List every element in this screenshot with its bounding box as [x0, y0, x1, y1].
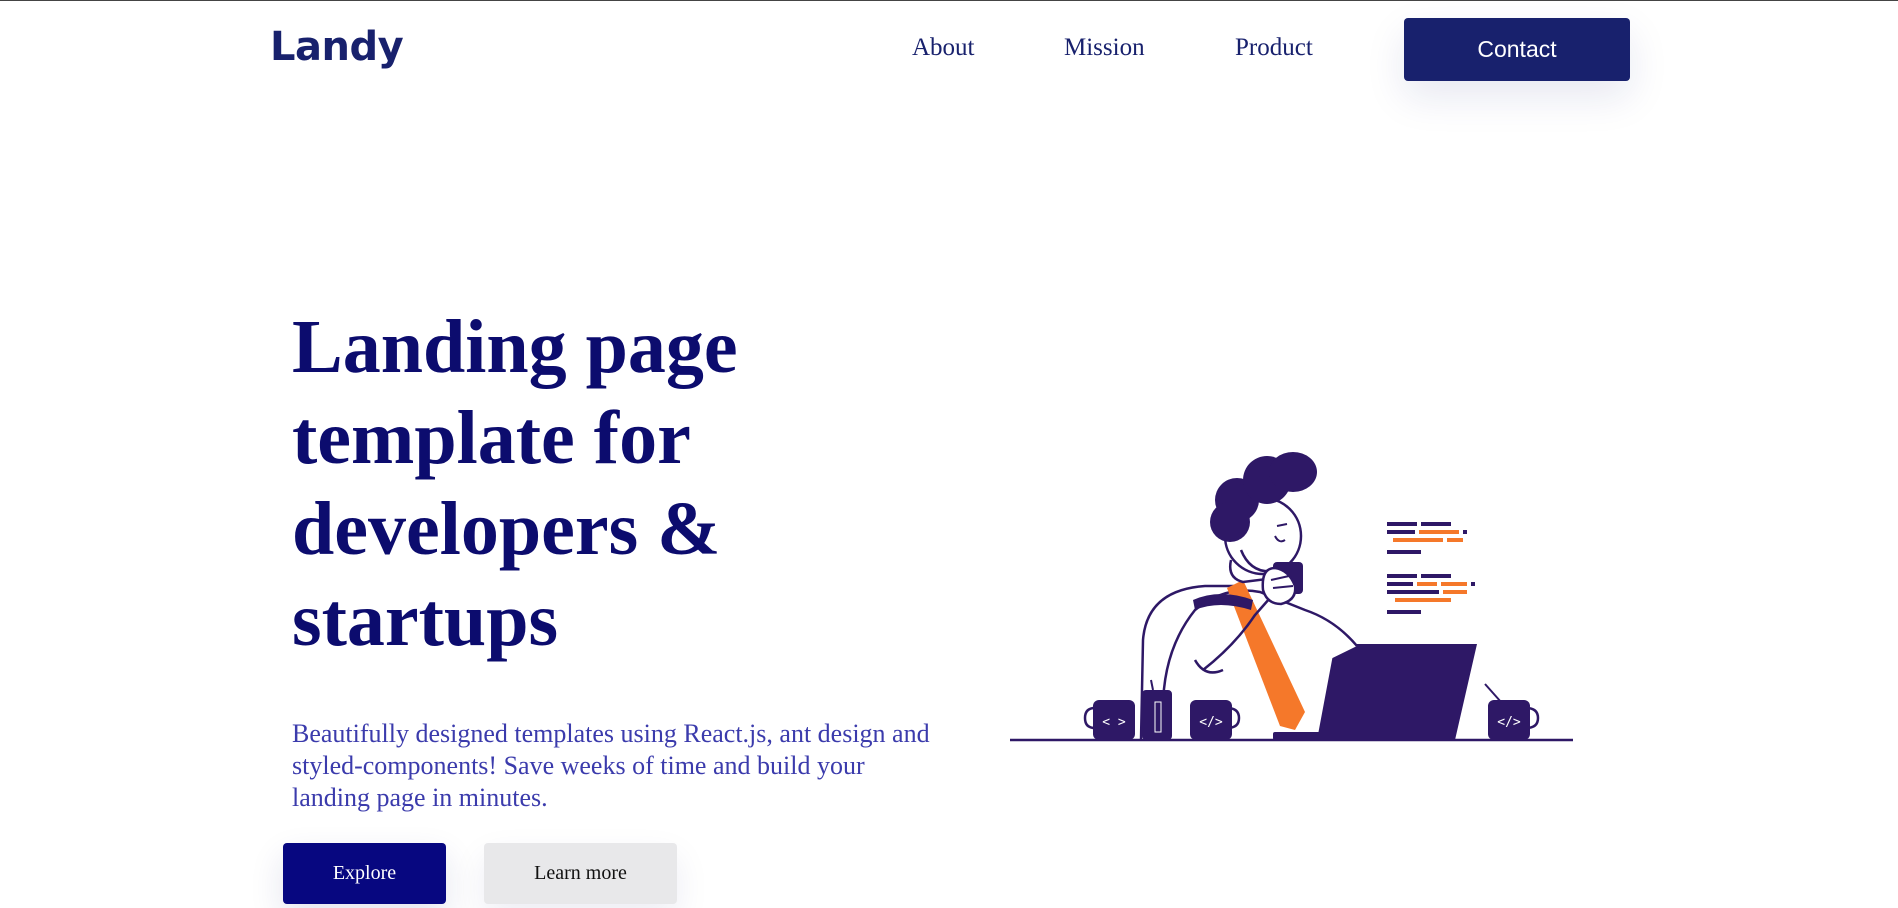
logo[interactable]: Landy	[270, 24, 404, 70]
contact-button[interactable]: Contact	[1404, 18, 1630, 81]
hero-title: Landing page template for developers & s…	[292, 302, 852, 666]
hero-description: Beautifully designed templates using Rea…	[292, 719, 930, 812]
developer-illustration: < > </> </>	[1010, 452, 1573, 742]
coffee-mug-icon: </>	[1190, 700, 1241, 740]
mug-label: </>	[1199, 715, 1223, 730]
coffee-mug-icon: </>	[1484, 683, 1540, 740]
hero-title-line: Landing page	[292, 305, 738, 389]
explore-button[interactable]: Explore	[283, 843, 446, 904]
nav-link-about[interactable]: About	[912, 34, 975, 62]
mug-label: </>	[1497, 715, 1521, 730]
nav-link-mission[interactable]: Mission	[1064, 34, 1145, 62]
code-snippet-icon	[1387, 574, 1475, 614]
code-snippet-icon	[1387, 522, 1467, 554]
mug-label: < >	[1102, 715, 1126, 730]
window-top-border	[0, 0, 1898, 1]
hero-title-line: developers &	[292, 487, 721, 571]
learn-more-button[interactable]: Learn more	[484, 843, 677, 904]
hero-title-line: template for	[292, 396, 691, 480]
hero-title-line: startups	[292, 578, 559, 662]
nav-link-product[interactable]: Product	[1235, 34, 1313, 62]
coffee-mug-icon: < >	[1083, 700, 1135, 740]
person-icon	[1139, 452, 1358, 741]
